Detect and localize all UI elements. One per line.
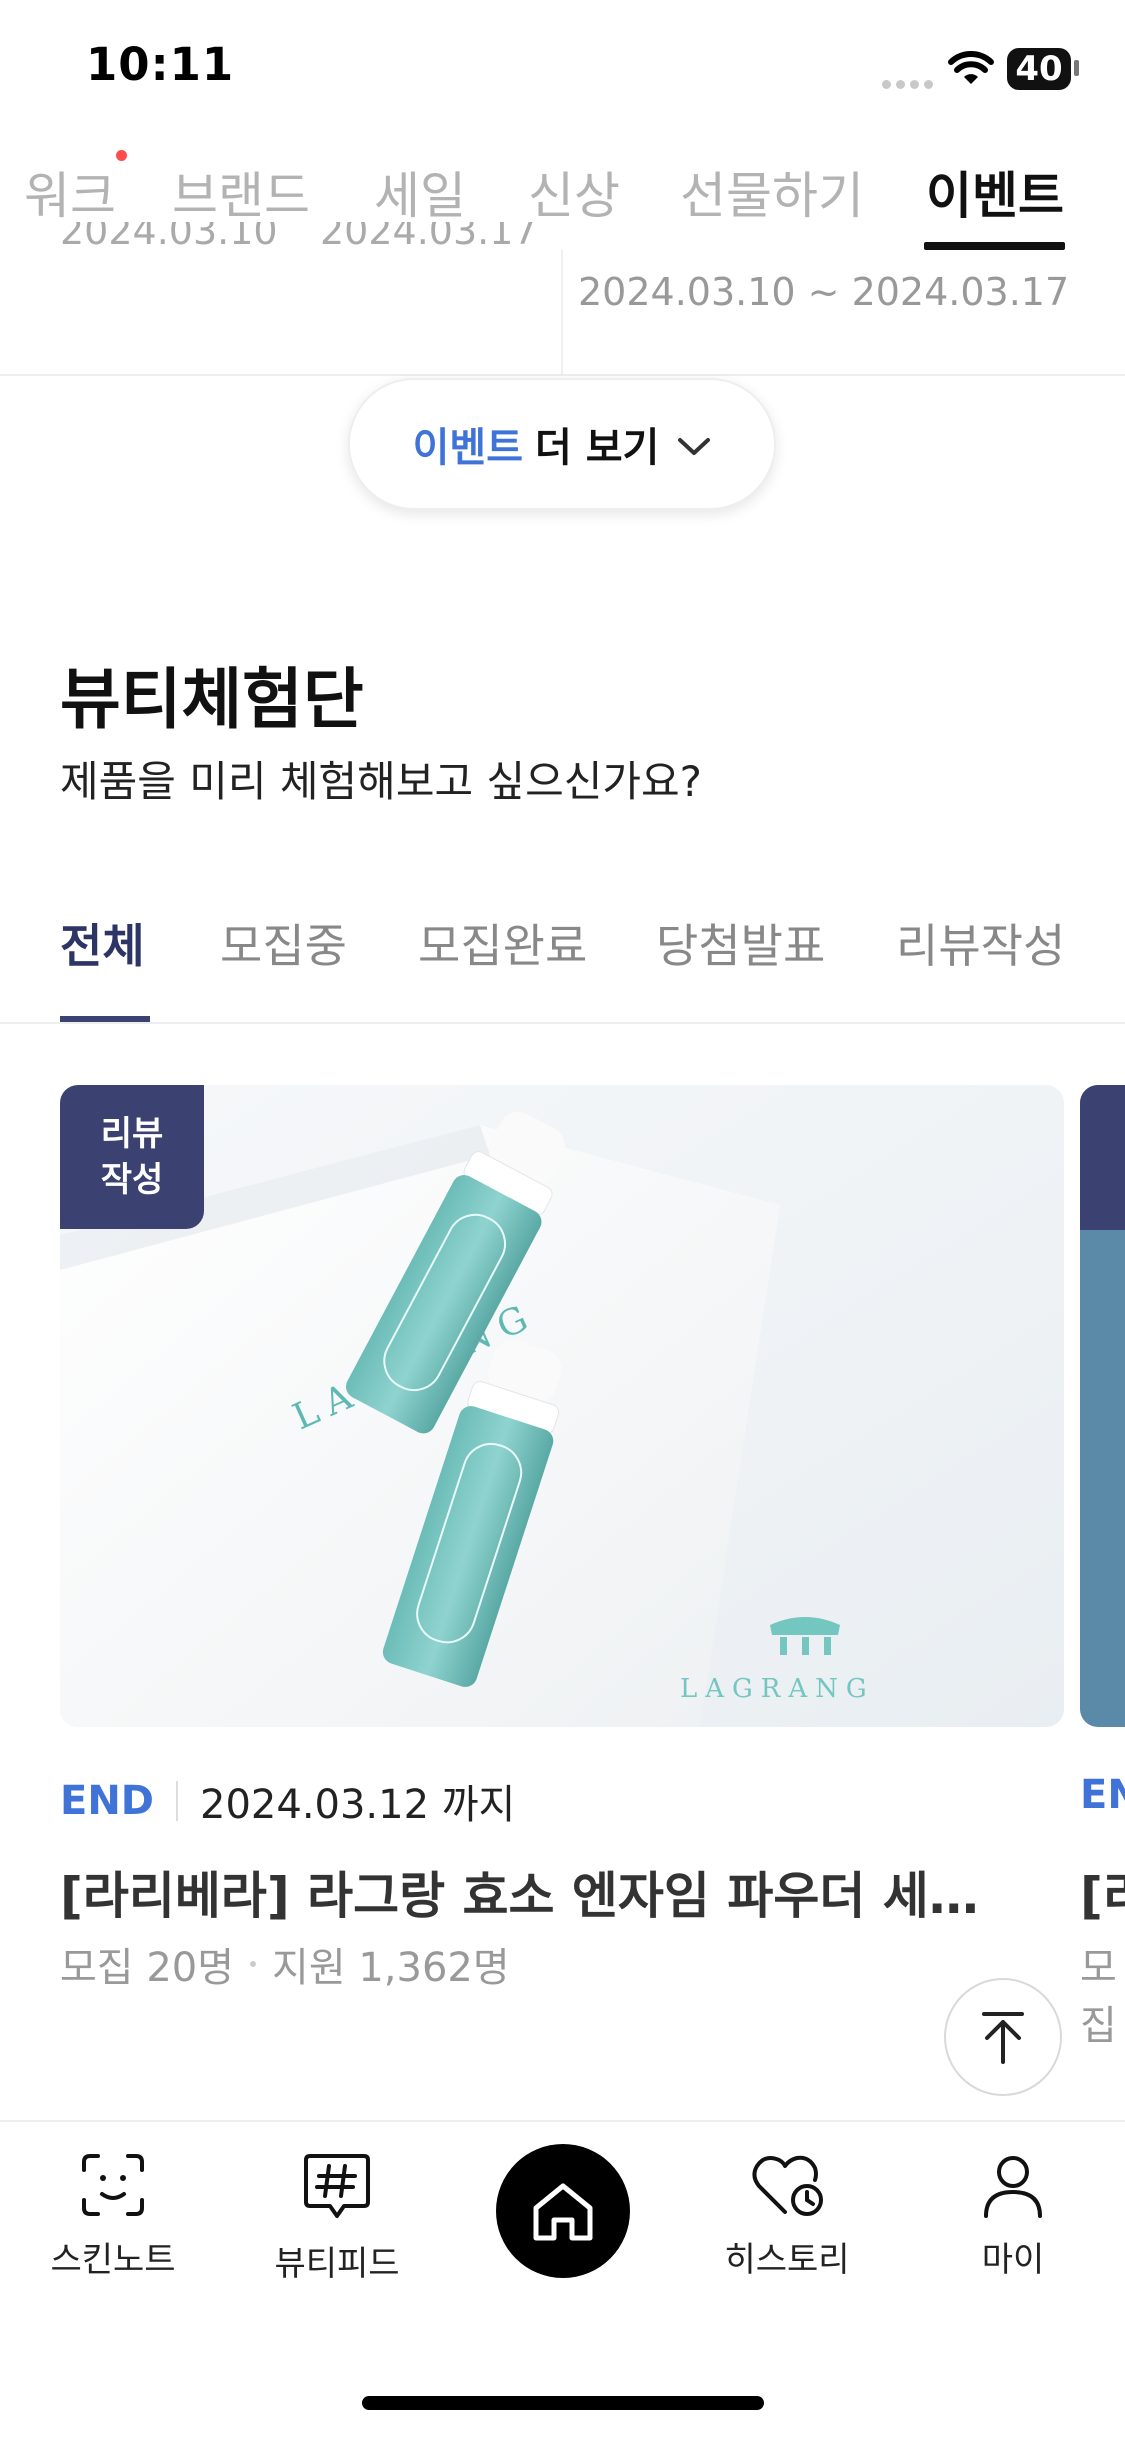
product-image[interactable]: LAGRANG LAGRANG	[60, 1085, 1064, 1727]
event-date-range: 2024.03.10 ~ 2024.03.17	[578, 270, 1070, 314]
battery-icon: 40	[1007, 48, 1071, 90]
recruit-count: 모집 20명	[60, 1945, 235, 1991]
tab-winners[interactable]: 당첨발표	[656, 910, 825, 976]
nav-label-skin-note: 스킨노트	[50, 2240, 176, 2280]
face-scan-icon	[82, 2154, 144, 2216]
wifi-icon	[948, 50, 994, 92]
meta-separator	[176, 1781, 179, 1821]
nav-item-history[interactable]: 히스토리	[707, 2150, 867, 2281]
category-tab-network[interactable]: 워크	[24, 156, 116, 228]
arrow-up-icon	[982, 2012, 1024, 2064]
badge-line-2: 작성	[100, 1160, 164, 1200]
more-events-label: 더 보기	[535, 425, 660, 471]
cellular-signal-icon	[882, 74, 938, 93]
category-tab-event[interactable]: 이벤트	[926, 156, 1064, 228]
nav-label-history: 히스토리	[724, 2240, 850, 2280]
category-tab-brand[interactable]: 브랜드	[172, 156, 310, 228]
card-title[interactable]: [라리베라] 라그랑 효소 엔자임 파우더 세…	[60, 1856, 1020, 1928]
nav-item-home[interactable]	[496, 2144, 630, 2278]
nav-item-skin-note[interactable]: 스킨노트	[33, 2150, 193, 2281]
applicant-count: 지원 1,362명	[272, 1945, 510, 1991]
category-tab-sale[interactable]: 세일	[374, 156, 466, 228]
tab-recruiting[interactable]: 모집중	[220, 910, 347, 976]
next-card-status: EN	[1080, 1772, 1125, 1818]
tab-recruit-closed[interactable]: 모집완료	[418, 910, 587, 976]
heart-history-icon	[752, 2155, 823, 2216]
event-date-end-cut: 2024.03.17	[320, 222, 538, 253]
deadline-text: 2024.03.12 까지	[200, 1782, 516, 1828]
svg-text:LAGRANG: LAGRANG	[680, 1674, 875, 1704]
next-card-title[interactable]: [리	[1080, 1856, 1125, 1928]
card-meta: END 2024.03.12 까지	[60, 1772, 515, 1830]
category-active-indicator	[924, 242, 1065, 250]
next-card-badge	[1080, 1085, 1125, 1230]
tab-all[interactable]: 전체	[60, 910, 145, 976]
more-events-highlight: 이벤트	[412, 425, 524, 471]
person-icon	[984, 2156, 1042, 2218]
card-stats: 모집 20명 지원 1,362명	[60, 1935, 510, 1993]
divider	[0, 374, 1125, 376]
stats-separator	[250, 1961, 257, 1967]
hashtag-chat-icon	[304, 2154, 370, 2218]
home-icon	[533, 2183, 593, 2241]
new-indicator-dot	[116, 150, 127, 161]
more-events-button[interactable]: 이벤트 더 보기	[348, 378, 776, 510]
next-card-stats: 모집	[1080, 1945, 1117, 2049]
tab-write-review[interactable]: 리뷰작성	[896, 910, 1065, 976]
battery-cap	[1074, 60, 1079, 76]
section-title: 뷰티체험단	[60, 661, 364, 738]
tab-divider	[0, 1022, 1125, 1024]
category-tab-new[interactable]: 신상	[528, 156, 620, 228]
scroll-top-button[interactable]	[944, 1978, 1062, 2096]
nav-item-my[interactable]: 마이	[933, 2150, 1093, 2281]
event-date-start-cut: 2024.03.10	[60, 222, 278, 253]
nav-item-beauty-feed[interactable]: 뷰티피드	[257, 2150, 417, 2285]
home-indicator	[362, 2396, 764, 2410]
category-tab-gift[interactable]: 선물하기	[680, 156, 864, 228]
badge-line-1: 리뷰	[100, 1114, 164, 1154]
review-status-badge: 리뷰 작성	[60, 1085, 204, 1229]
nav-label-my: 마이	[981, 2240, 1045, 2280]
status-label: END	[60, 1778, 155, 1824]
section-subtitle: 제품을 미리 체험해보고 싶으신가요?	[60, 757, 702, 806]
status-time: 10:11	[86, 38, 235, 91]
nav-label-beauty-feed: 뷰티피드	[274, 2244, 400, 2284]
chevron-down-icon	[677, 421, 711, 467]
event-divider	[561, 250, 563, 375]
